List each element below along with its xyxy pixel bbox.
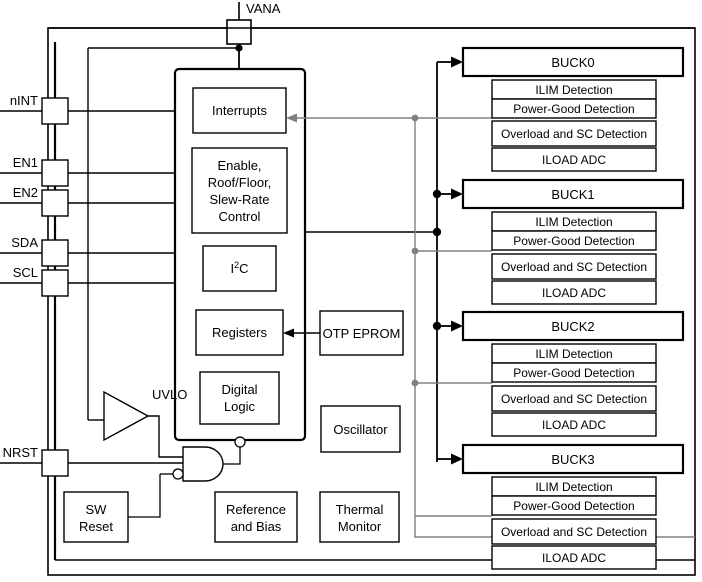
buck3-ilim-label: ILIM Detection [535,480,612,494]
nand-out-wire [223,447,241,465]
interrupts-label: Interrupts [212,103,267,118]
buck1-enable-arrowhead [451,188,463,200]
reference-bias-label-line2: and Bias [231,519,282,534]
pin-sda: SDA [0,235,203,267]
buck0-enable-arrowhead [451,56,463,68]
buck3-pg-label: Power-Good Detection [513,499,634,513]
reference-bias-label-line1: Reference [226,502,286,517]
buck2-title: BUCK2 [551,319,594,334]
nand-input-bubble-icon [172,468,184,480]
buck0-iload-label: ILOAD ADC [542,153,606,167]
buck0-status-dot [411,114,419,122]
block-i2c: I2C [202,245,277,292]
pin-label-nrst: NRST [3,445,38,460]
buck3-title: BUCK3 [551,452,594,467]
buck1-iload-label: ILOAD ADC [542,286,606,300]
thermal-monitor-box [319,491,400,543]
buck1-title: BUCK1 [551,187,594,202]
digital-logic-label-line2: Logic [224,399,256,414]
sw-reset-label-line2: Reset [79,519,113,534]
nand-output-bubble-icon [234,436,246,448]
block-sw-reset: SW Reset [63,491,129,543]
block-registers: Registers [195,309,284,356]
pin-en2: EN2 [0,185,192,217]
gate-uvlo: UVLO [88,387,187,458]
i2c-label: I2C [230,260,248,276]
enable-control-label-line3: Slew-Rate [210,192,270,207]
nand-body [182,446,224,482]
buck-group-1: BUCK1 ILIM Detection Power-Good Detectio… [432,178,685,305]
registers-label: Registers [212,325,267,340]
buck-group-0: BUCK0 ILIM Detection Power-Good Detectio… [437,46,685,172]
buck-group-2: BUCK2 ILIM Detection Power-Good Detectio… [432,310,685,437]
buck0-ilim-label: ILIM Detection [535,83,612,97]
block-diagram: VANA nINT EN1 EN2 SDA SCL NRST Interrupt… [0,1,696,576]
pin-nrst: NRST [0,445,183,477]
thermal-monitor-label-line2: Monitor [338,519,382,534]
enable-control-label-line4: Control [219,209,261,224]
buck2-overload-label: Overload and SC Detection [501,392,647,406]
buck2-enable-junction-dot [432,321,442,331]
buck1-pg-label: Power-Good Detection [513,234,634,248]
enable-control-label-line2: Roof/Floor, [208,175,272,190]
pin-label-en1: EN1 [13,155,38,170]
block-interrupts: Interrupts [192,87,287,134]
buck3-enable-arrowhead [451,453,463,465]
digital-logic-label-line1: Digital [221,382,257,397]
reference-bias-box [214,491,298,543]
buck0-pg-label: Power-Good Detection [513,102,634,116]
block-enable-control: Enable, Roof/Floor, Slew-Rate Control [191,147,288,234]
enable-control-label: Enable, [217,158,261,173]
sw-reset-box [63,491,129,543]
block-reference-bias: Reference and Bias [214,491,298,543]
buck2-pg-label: Power-Good Detection [513,366,634,380]
pin-label-vana: VANA [246,1,281,16]
buck3-iload-label: ILOAD ADC [542,551,606,565]
enable-bus-junction-dot [432,227,442,237]
block-oscillator: Oscillator [320,405,401,453]
block-digital-logic: Digital Logic [199,371,280,425]
pin-label-en2: EN2 [13,185,38,200]
pin-nint: nINT [0,93,196,125]
scl-pin-box [41,269,69,297]
pin-label-scl: SCL [13,265,38,280]
pin-en1: EN1 [0,155,192,187]
block-thermal-monitor: Thermal Monitor [319,491,400,543]
uvlo-label: UVLO [152,387,187,402]
buck0-overload-label: Overload and SC Detection [501,127,647,141]
oscillator-label: Oscillator [333,422,388,437]
thermal-monitor-label-line1: Thermal [336,502,384,517]
buck2-status-dot [411,379,419,387]
buck-group-3: BUCK3 ILIM Detection Power-Good Detectio… [437,443,685,570]
buck1-overload-label: Overload and SC Detection [501,260,647,274]
pin-scl: SCL [0,265,203,297]
buck1-enable-junction-dot [432,189,442,199]
buck2-enable-arrowhead [451,320,463,332]
sda-pin-box [41,239,69,267]
pin-label-sda: SDA [11,235,38,250]
vana-pin-box [226,19,252,45]
buck0-title: BUCK0 [551,55,594,70]
buck3-overload-label: Overload and SC Detection [501,525,647,539]
nint-pin-box [41,97,69,125]
buck1-ilim-label: ILIM Detection [535,215,612,229]
pin-label-nint: nINT [10,93,38,108]
sw-reset-to-nand-wire [128,474,161,518]
buck1-status-dot [411,247,419,255]
pin-vana: VANA [226,1,281,69]
uvlo-triangle [103,390,150,442]
digital-logic-box [199,371,280,425]
sw-reset-label-line1: SW [86,502,108,517]
en2-pin-box [41,189,69,217]
nrst-pin-box [41,449,69,477]
en1-pin-box [41,159,69,187]
buck2-iload-label: ILOAD ADC [542,418,606,432]
otp-eprom-label: OTP EPROM [323,326,401,341]
buck2-ilim-label: ILIM Detection [535,347,612,361]
